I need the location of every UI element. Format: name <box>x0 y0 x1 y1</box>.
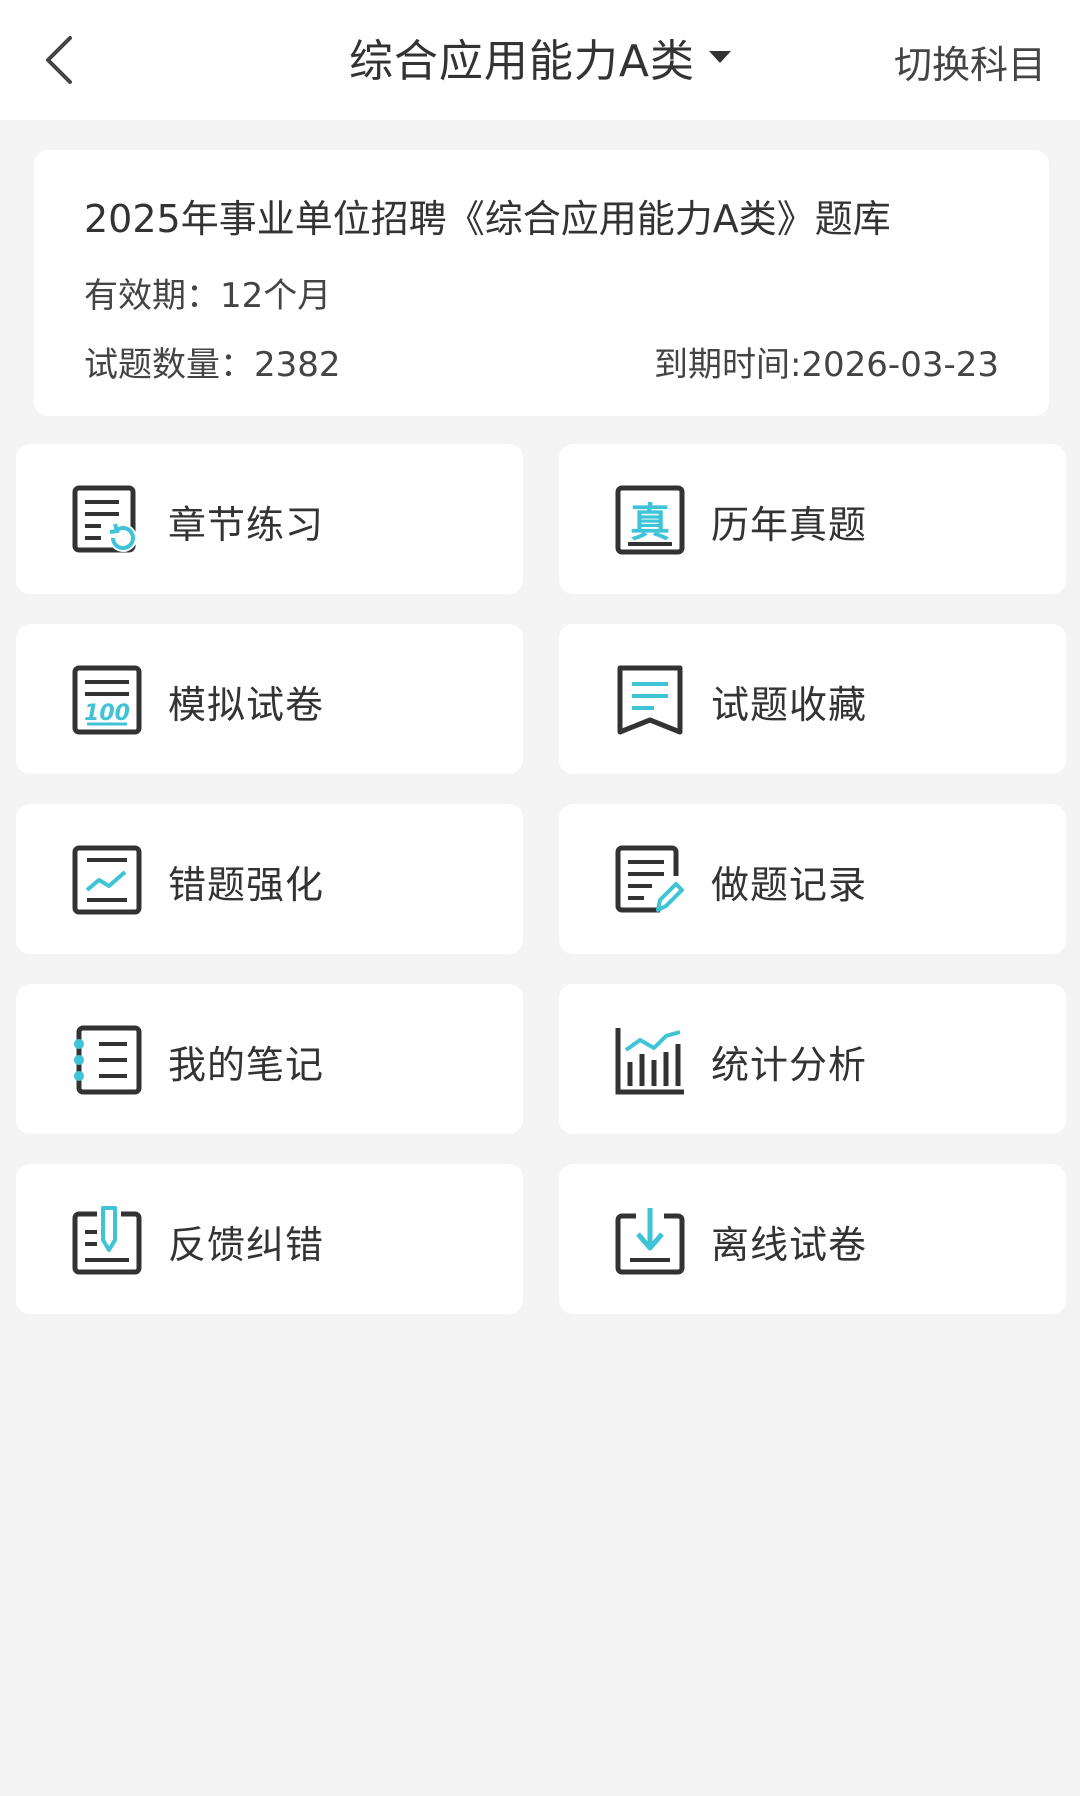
menu-label: 离线试卷 <box>711 1223 868 1267</box>
chapter-practice-icon <box>72 485 137 553</box>
svg-text:真: 真 <box>630 500 670 546</box>
menu-label: 我的笔记 <box>168 1043 325 1087</box>
practice-record-icon <box>615 845 684 913</box>
past-exams-icon: 真 <box>615 485 685 555</box>
feedback-icon <box>72 1206 142 1275</box>
question-bank-card: 2025年事业单位招聘《综合应用能力A类》题库 有效期：12个月 试题数量：23… <box>34 150 1049 416</box>
menu-statistics[interactable]: 统计分析 <box>559 984 1066 1134</box>
statistics-icon <box>615 1028 684 1095</box>
favorites-icon <box>617 665 683 735</box>
page-title[interactable]: 综合应用能力A类 <box>349 25 695 89</box>
menu-label: 试题收藏 <box>711 683 868 727</box>
menu-label: 错题强化 <box>168 863 325 907</box>
menu-label: 历年真题 <box>711 503 868 547</box>
offline-exam-icon <box>615 1208 685 1275</box>
menu-label: 统计分析 <box>711 1043 868 1087</box>
wrong-questions-icon <box>72 845 142 915</box>
svg-text:100: 100 <box>84 701 130 726</box>
expiry-date: 到期时间:2026-03-23 <box>653 345 999 385</box>
menu-label: 做题记录 <box>711 863 868 907</box>
menu-label: 章节练习 <box>168 503 325 547</box>
menu-past-exams[interactable]: 真 历年真题 <box>559 444 1066 594</box>
top-bar: 综合应用能力A类 切换科目 <box>0 0 1080 120</box>
caret-down-icon[interactable] <box>709 51 732 63</box>
validity-period: 有效期：12个月 <box>84 276 332 316</box>
question-count: 试题数量：2382 <box>84 345 341 385</box>
menu-mock-exam[interactable]: 100 模拟试卷 <box>16 624 523 774</box>
switch-subject-button[interactable]: 切换科目 <box>894 34 1046 89</box>
menu-offline-exam[interactable]: 离线试卷 <box>559 1164 1066 1314</box>
menu-chapter-practice[interactable]: 章节练习 <box>16 444 523 594</box>
mock-exam-icon: 100 <box>72 665 142 735</box>
back-arrow-icon[interactable] <box>40 30 80 90</box>
menu-label: 模拟试卷 <box>168 683 325 727</box>
menu-feedback[interactable]: 反馈纠错 <box>16 1164 523 1314</box>
notes-icon <box>74 1025 142 1095</box>
question-bank-title: 2025年事业单位招聘《综合应用能力A类》题库 <box>84 197 891 241</box>
menu-wrong-questions[interactable]: 错题强化 <box>16 804 523 954</box>
menu-practice-record[interactable]: 做题记录 <box>559 804 1066 954</box>
menu-notes[interactable]: 我的笔记 <box>16 984 523 1134</box>
menu-label: 反馈纠错 <box>168 1223 325 1267</box>
menu-favorites[interactable]: 试题收藏 <box>559 624 1066 774</box>
